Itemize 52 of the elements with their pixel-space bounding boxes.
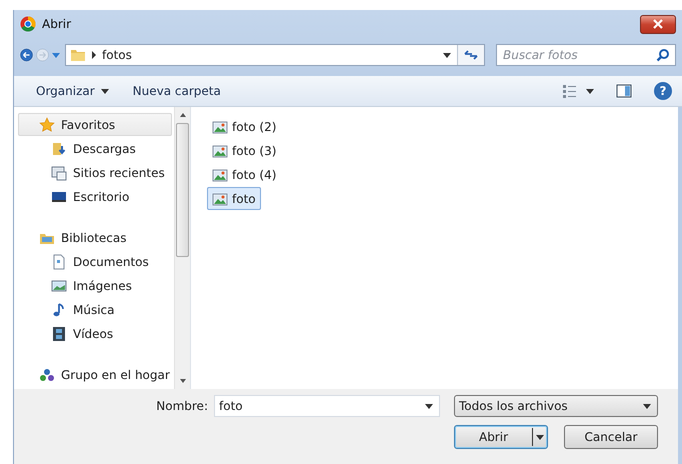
homegroup-icon	[39, 366, 55, 382]
recent-pages-caret-icon[interactable]	[52, 52, 60, 58]
search-icon	[656, 48, 670, 62]
help-button[interactable]: ?	[654, 82, 672, 100]
new-folder-button[interactable]: Nueva carpeta	[124, 81, 229, 101]
open-button[interactable]: Abrir	[454, 425, 548, 449]
sidebar-item[interactable]: Imágenes	[18, 274, 172, 297]
sidebar-item[interactable]: Grupo en el hogar	[18, 363, 172, 386]
folder-icon	[70, 47, 86, 63]
view-dropdown-caret-icon[interactable]	[586, 88, 594, 94]
recent-places-icon	[51, 164, 67, 180]
organize-menu-button[interactable]: Organizar	[28, 81, 117, 101]
film-strip-icon	[51, 326, 67, 342]
window-title: Abrir	[42, 17, 72, 31]
filename-label: Nombre:	[156, 399, 208, 413]
music-note-icon	[51, 302, 67, 318]
address-field[interactable]: fotos	[65, 44, 485, 66]
file-item[interactable]: foto (2)	[207, 115, 282, 138]
address-dropdown-caret-icon[interactable]	[443, 52, 451, 58]
image-file-icon	[212, 142, 228, 158]
sidebar-item[interactable]: Música	[18, 298, 172, 321]
sidebar-item[interactable]: Favoritos	[18, 113, 172, 136]
sidebar-item[interactable]: Descargas	[18, 137, 172, 160]
image-file-icon	[212, 166, 228, 182]
download-folder-icon	[51, 140, 67, 156]
scrollbar[interactable]	[174, 107, 190, 389]
file-item[interactable]: foto (4)	[207, 163, 282, 186]
star-icon	[39, 116, 55, 132]
image-file-icon	[212, 190, 228, 206]
search-field[interactable]: Buscar fotos	[496, 44, 676, 66]
breadcrumb-folder[interactable]: fotos	[102, 48, 132, 62]
file-item[interactable]: foto (3)	[207, 139, 282, 162]
sidebar-item[interactable]: Documentos	[18, 250, 172, 273]
close-button[interactable]	[640, 14, 676, 34]
sidebar-item[interactable]: Sitios recientes	[18, 161, 172, 184]
document-icon	[51, 254, 67, 270]
file-type-dropdown[interactable]: Todos los archivos	[454, 395, 658, 417]
round-logo-icon	[20, 16, 36, 32]
image-file-icon	[212, 118, 228, 134]
filename-field[interactable]: foto	[214, 395, 440, 417]
sidebar-item[interactable]: Vídeos	[18, 322, 172, 345]
refresh-icon	[463, 49, 479, 61]
sidebar-item[interactable]: Escritorio	[18, 185, 172, 208]
picture-icon	[51, 278, 67, 294]
sidebar-item[interactable]: Bibliotecas	[18, 226, 172, 249]
view-options-icon[interactable]	[562, 83, 578, 99]
refresh-button[interactable]	[457, 45, 484, 65]
close-icon	[653, 19, 663, 29]
preview-pane-icon[interactable]	[616, 83, 632, 99]
breadcrumb-arrow-icon	[92, 51, 96, 59]
file-item[interactable]: foto	[207, 187, 261, 210]
cancel-button[interactable]: Cancelar	[564, 425, 658, 449]
